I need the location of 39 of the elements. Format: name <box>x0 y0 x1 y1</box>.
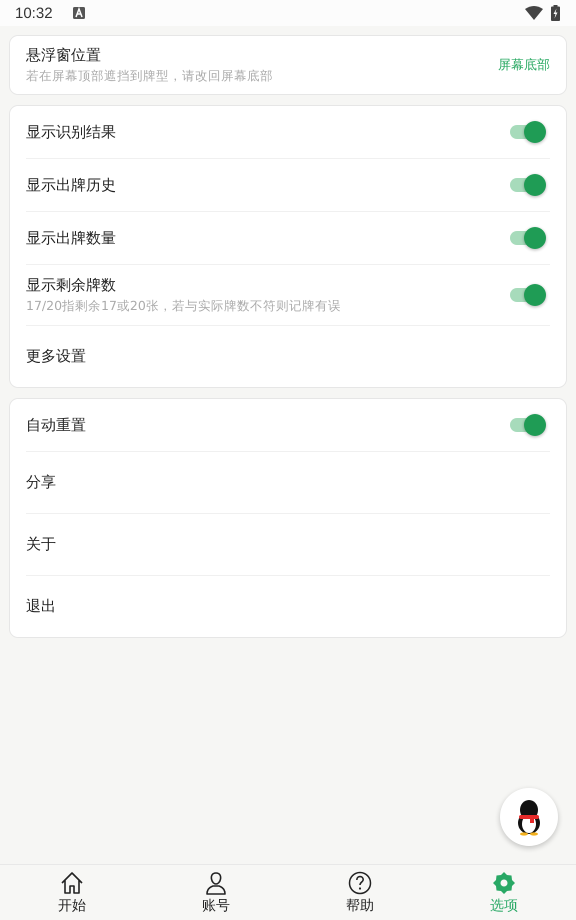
toggle-switch[interactable] <box>508 283 548 307</box>
settings-row[interactable]: 显示识别结果 <box>26 106 550 158</box>
setting-title: 显示出牌历史 <box>26 176 117 194</box>
setting-title: 分享 <box>26 473 57 492</box>
floating-button[interactable] <box>500 788 558 846</box>
setting-title: 显示识别结果 <box>26 122 117 142</box>
settings-row[interactable]: 分享 <box>26 451 550 513</box>
setting-description: 17/20指剩余17或20张，若与实际牌数不符则记牌有误 <box>26 298 342 314</box>
home-icon <box>60 870 84 894</box>
setting-title: 自动重置 <box>26 416 87 434</box>
settings-row[interactable]: 悬浮窗位置 若在屏幕顶部遮挡到牌型，请改回屏幕底部 屏幕底部 <box>26 36 550 94</box>
setting-title: 更多设置 <box>26 347 87 366</box>
setting-title: 悬浮窗位置 <box>26 46 102 64</box>
toggle-switch[interactable] <box>508 226 548 250</box>
setting-title: 显示出牌数量 <box>26 228 117 248</box>
settings-row[interactable]: 自动重置 <box>26 399 550 451</box>
settings-row[interactable]: 退出 <box>26 575 550 637</box>
settings-row[interactable]: 显示出牌历史 <box>26 158 550 211</box>
settings-row[interactable]: 显示出牌数量 <box>26 211 550 264</box>
notification-icon <box>72 7 85 19</box>
setting-title: 显示剩余牌数 <box>26 276 117 294</box>
toggle-switch[interactable] <box>508 120 548 144</box>
settings-icon <box>492 870 516 894</box>
nav-tab[interactable]: 账号 <box>144 865 288 920</box>
person-icon <box>204 870 228 894</box>
settings-row[interactable]: 关于 <box>26 513 550 575</box>
setting-description: 若在屏幕顶部遮挡到牌型，请改回屏幕底部 <box>26 68 274 84</box>
settings-row[interactable]: 显示剩余牌数 17/20指剩余17或20张，若与实际牌数不符则记牌有误 <box>26 264 550 325</box>
battery-icon <box>551 5 560 21</box>
nav-tab[interactable]: 帮助 <box>288 865 432 920</box>
help-icon <box>348 870 372 894</box>
toggle-switch[interactable] <box>508 173 548 197</box>
setting-title: 退出 <box>26 597 57 616</box>
settings-row[interactable]: 更多设置 <box>26 325 550 387</box>
nav-tab[interactable]: 开始 <box>0 865 144 920</box>
setting-title: 关于 <box>26 535 57 554</box>
wifi-icon <box>525 6 543 20</box>
status-time: 10:32 <box>15 4 53 22</box>
toggle-switch[interactable] <box>508 413 548 437</box>
